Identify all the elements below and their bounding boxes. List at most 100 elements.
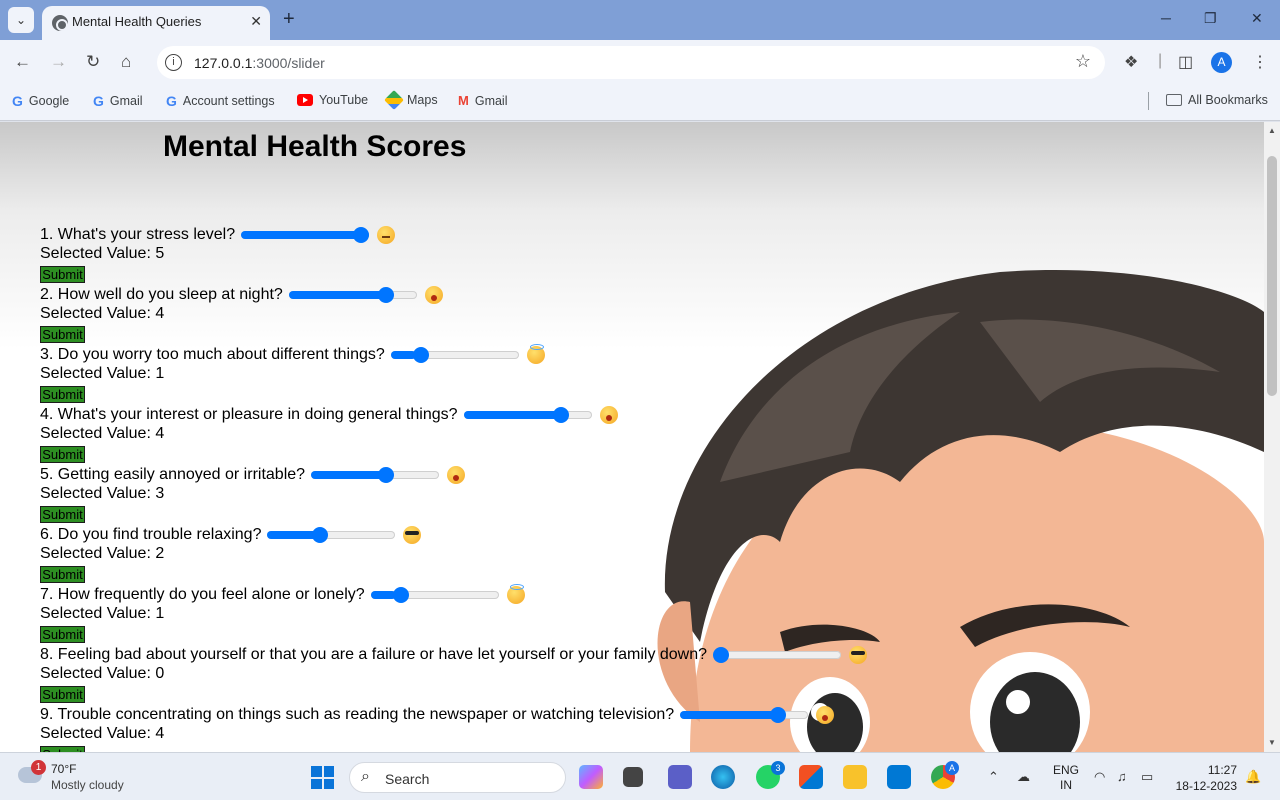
bandage-face-icon [447,466,466,484]
bookmark-label: YouTube [319,93,369,107]
address-bar[interactable]: i 127.0.0.1:3000/slider ☆ [157,46,1105,79]
reload-icon[interactable]: ↻ [86,52,100,72]
question-row: 4. What's your interest or pleasure in d… [40,406,618,424]
selected-value-prefix: Selected Value: [40,365,156,382]
language-indicator[interactable]: ENG IN [1053,763,1079,793]
slider-thumb[interactable] [713,647,730,663]
windows-start-icon[interactable] [311,766,334,789]
tab-search-button[interactable]: ⌄ [8,7,34,33]
all-bookmarks[interactable]: All Bookmarks [1166,93,1268,107]
restore-icon[interactable]: ❐ [1204,10,1217,27]
url-text[interactable]: 127.0.0.1:3000/slider [194,55,325,71]
submit-button[interactable]: Submit [40,686,85,703]
score-slider[interactable] [288,287,417,303]
system-clock[interactable]: 11:27 18-12-2023 [1175,762,1237,794]
score-slider[interactable] [390,347,519,363]
scrollbar-thumb[interactable] [1267,156,1277,396]
back-arrow-icon[interactable]: ← [14,52,31,72]
bookmark-label: Maps [407,93,438,107]
selected-value: Selected Value: 4 [40,425,164,443]
tab-strip: ⌄ Mental Health Queries ✕ + ─ ❐ ✕ [0,0,1280,40]
battery-icon[interactable]: ▭ [1141,769,1153,785]
bookmark-google[interactable]: G Google [12,93,69,109]
notification-bell-icon[interactable]: 🔔 [1245,769,1261,785]
slider-thumb[interactable] [413,347,430,363]
tray-chevron-up-icon[interactable]: ⌃ [988,769,999,785]
search-placeholder: Search [385,771,430,787]
site-info-icon[interactable]: i [165,54,182,71]
slider-thumb[interactable] [378,467,395,483]
bookmark-gmail[interactable]: G Gmail [93,93,143,109]
submit-button[interactable]: Submit [40,626,85,643]
question-row: 7. How frequently do you feel alone or l… [40,584,525,604]
submit-button[interactable]: Submit [40,566,85,583]
selected-value: Selected Value: 3 [40,485,164,503]
halo-face-icon [526,344,545,364]
slider-thumb[interactable] [353,227,370,243]
score-slider[interactable] [370,587,499,603]
more-menu-icon[interactable]: ⋮ [1252,52,1268,72]
file-explorer-icon[interactable] [843,765,867,789]
youtube-icon [297,94,313,106]
selected-value: Selected Value: 1 [40,365,164,383]
profile-avatar[interactable]: A [1211,52,1232,73]
taskbar-search[interactable]: ⌕ Search [349,762,566,793]
score-slider[interactable] [680,707,809,723]
navigation-toolbar: ← → ↻ ⌂ i 127.0.0.1:3000/slider ☆ ❖ | ◫ … [0,40,1280,85]
onedrive-icon[interactable]: ☁ [1017,769,1030,785]
astonished-face-icon [599,406,618,424]
submit-button[interactable]: Submit [40,266,85,283]
minimize-icon[interactable]: ─ [1161,10,1171,26]
extensions-icon[interactable]: ❖ [1124,52,1138,72]
copilot-icon[interactable] [579,765,603,789]
forward-arrow-icon[interactable]: → [50,52,67,72]
weather-desc[interactable]: Mostly cloudy [51,778,124,792]
submit-button[interactable]: Submit [40,326,85,343]
score-slider[interactable] [713,647,842,663]
active-tab[interactable]: Mental Health Queries ✕ [42,6,270,40]
question-label: 9. Trouble concentrating on things such … [40,706,675,723]
score-slider[interactable] [463,407,592,423]
score-slider[interactable] [311,467,440,483]
bookmark-maps[interactable]: Maps [384,90,438,110]
slider-thumb[interactable] [769,707,786,723]
chevron-down-icon: ⌄ [15,13,27,27]
submit-button[interactable]: Submit [40,506,85,523]
slider-thumb[interactable] [393,587,410,603]
score-slider[interactable] [241,227,370,243]
task-view-icon[interactable] [623,767,643,787]
slider-thumb[interactable] [553,407,570,423]
bookmark-star-icon[interactable]: ☆ [1075,51,1091,72]
score-slider[interactable] [267,527,396,543]
question-row: 8. Feeling bad about yourself or that yo… [40,646,868,664]
edge-icon[interactable] [711,765,735,789]
slider-thumb[interactable] [378,287,395,303]
bookmark-label: Google [28,94,70,108]
bookmark-gmail-2[interactable]: M Gmail [458,93,508,108]
submit-button[interactable]: Submit [40,446,85,463]
slider-thumb[interactable] [312,527,329,543]
weather-temp[interactable]: 70°F [51,762,76,776]
new-tab-button[interactable]: + [283,8,295,31]
google-icon: G [166,93,177,109]
wifi-icon[interactable]: ◠ [1094,769,1105,785]
side-panel-icon[interactable]: ◫ [1178,52,1193,72]
volume-icon[interactable]: ♫ [1117,769,1127,784]
bookmark-youtube[interactable]: YouTube [297,93,368,107]
store-icon[interactable] [799,765,823,789]
scroll-up-icon[interactable]: ▲ [1268,126,1276,135]
thinking-face-icon [377,226,396,244]
selected-value: Selected Value: 5 [40,245,164,263]
home-icon[interactable]: ⌂ [121,52,131,72]
close-tab-icon[interactable]: ✕ [250,13,262,30]
submit-button[interactable]: Submit [40,386,85,403]
teams-icon[interactable] [668,765,692,789]
close-window-icon[interactable]: ✕ [1251,10,1263,27]
bookmark-account-settings[interactable]: G Account settings [166,93,275,109]
lang-line1: ENG [1053,763,1080,777]
scroll-down-icon[interactable]: ▼ [1268,738,1276,747]
vscode-icon[interactable] [887,765,911,789]
vertical-scrollbar[interactable]: ▲ ▼ [1264,122,1280,752]
url-path: :3000/slider [252,55,325,71]
selected-value-prefix: Selected Value: [40,245,156,262]
